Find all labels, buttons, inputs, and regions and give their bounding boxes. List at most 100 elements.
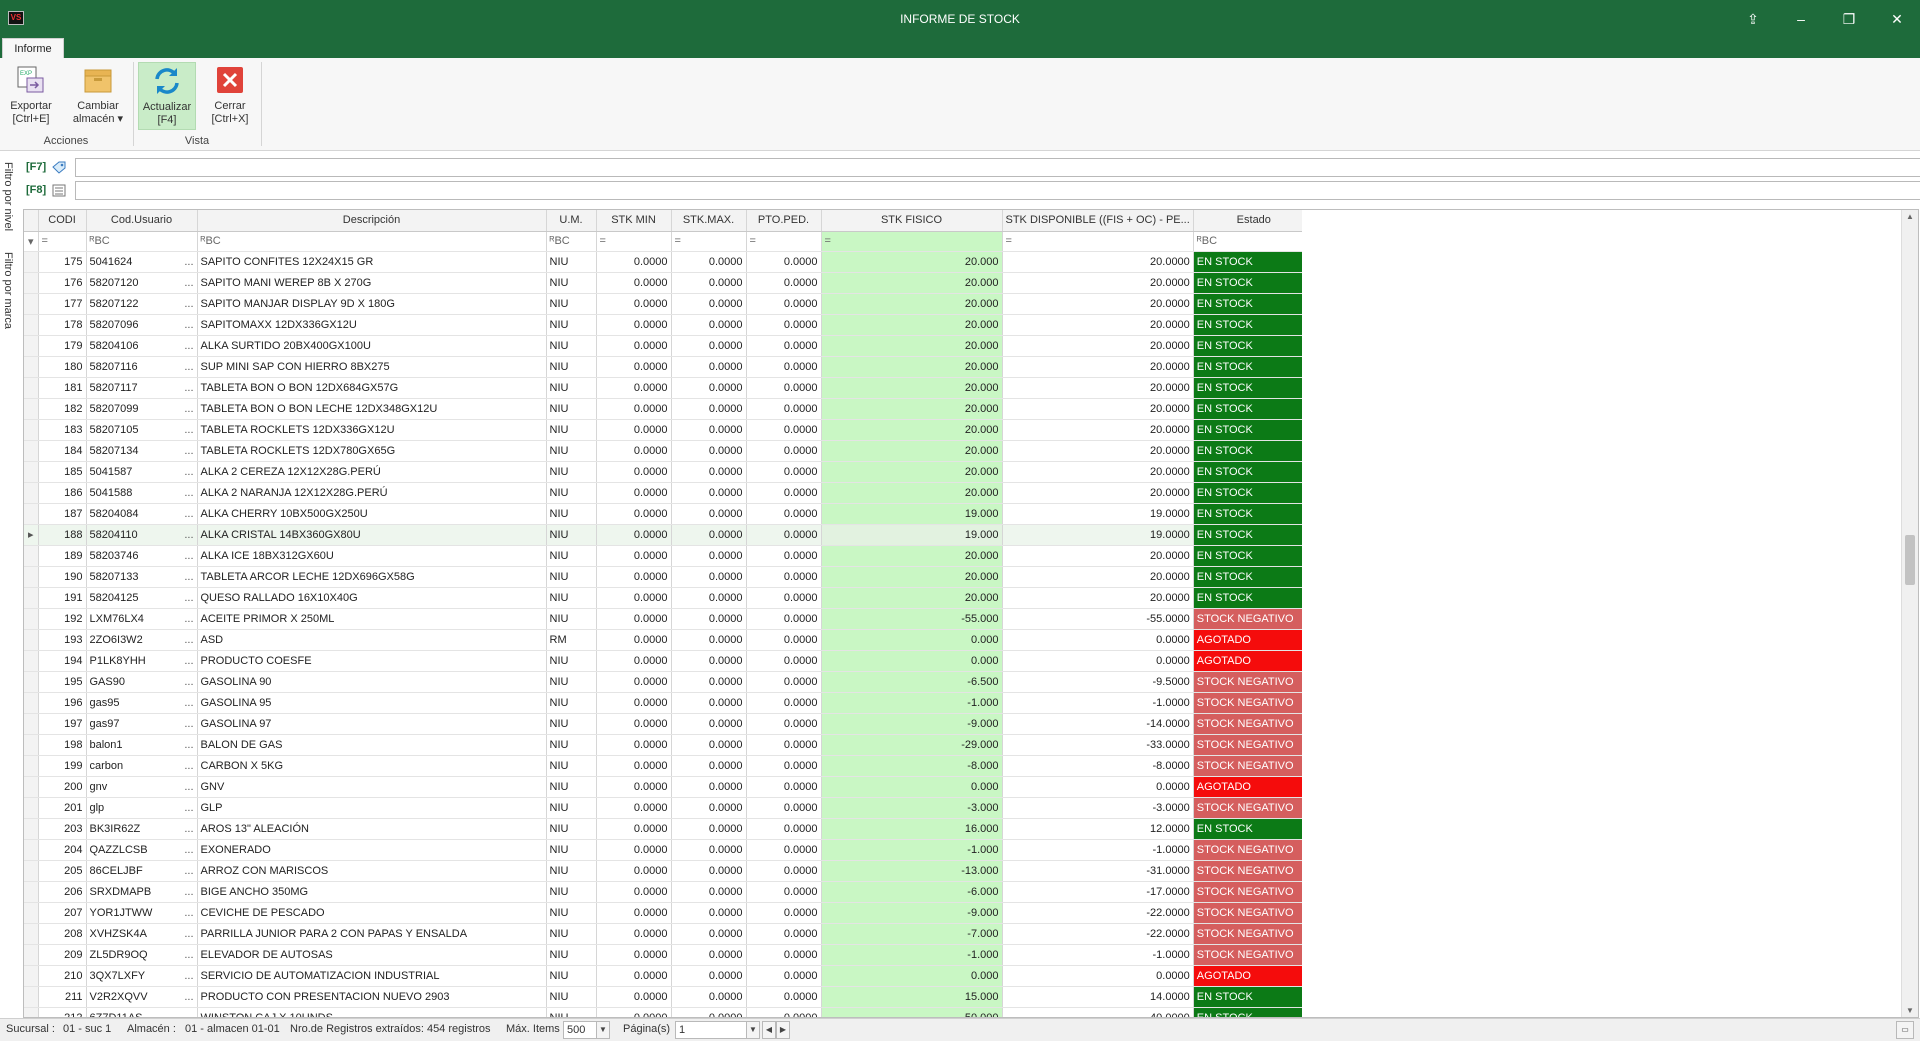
focused-row-indicator-icon[interactable]: ▸ [24,524,39,546]
cell-stk-fisico[interactable]: 0.000 [821,965,1003,987]
cell-pto-ped[interactable]: 0.0000 [746,461,822,483]
cell-stk-min[interactable]: 0.0000 [596,335,672,357]
cell-codi[interactable]: 178 [38,314,87,336]
cell-estado[interactable]: EN STOCK [1193,461,1315,483]
cell-descripcion[interactable]: TABLETA BON O BON 12DX684GX57G [197,377,547,399]
cell-um[interactable]: NIU [546,860,597,882]
cell-pto-ped[interactable]: 0.0000 [746,881,822,903]
cell-stk-disponible[interactable]: 19.0000 [1002,524,1194,546]
cell-cod-usuario[interactable]: ... P1LK8YHH [86,650,198,672]
cell-pto-ped[interactable]: 0.0000 [746,251,822,273]
row-indicator[interactable] [24,818,39,840]
table-row[interactable]: 200... gnv GNV NIU 0.0000 0.0000 0.0000 0.000 0.… [24,776,1315,798]
table-row[interactable]: 201... glp GLP NIU 0.0000 0.0000 0.0000 -3.000-… [24,797,1315,819]
cell-pto-ped[interactable]: 0.0000 [746,356,822,378]
cell-codi[interactable]: 199 [38,755,87,777]
cell-stk-min[interactable]: 0.0000 [596,566,672,588]
cell-stk-min[interactable]: 0.0000 [596,713,672,735]
cell-stk-min[interactable]: 0.0000 [596,503,672,525]
ellipsis-button[interactable]: ... [184,739,193,751]
cell-estado[interactable]: EN STOCK [1193,503,1315,525]
autofilter-codi[interactable]: = [38,231,87,252]
cell-um[interactable]: NIU [546,503,597,525]
cell-descripcion[interactable]: AROS 13" ALEACIÓN [197,818,547,840]
cell-estado[interactable]: STOCK NEGATIVO [1193,881,1315,903]
cell-codi[interactable]: 201 [38,797,87,819]
cell-cod-usuario[interactable]: ... YOR1JTWW [86,902,198,924]
cell-um[interactable]: NIU [546,881,597,903]
cell-um[interactable]: NIU [546,839,597,861]
cell-codi[interactable]: 193 [38,629,87,651]
ellipsis-button[interactable]: ... [184,550,193,562]
row-indicator[interactable] [24,734,39,756]
row-indicator[interactable] [24,629,39,651]
cell-estado[interactable]: AGOTADO [1193,965,1315,987]
cell-stk-max[interactable]: 0.0000 [671,545,747,567]
cell-stk-fisico[interactable]: 20.000 [821,419,1003,441]
row-indicator[interactable] [24,860,39,882]
cell-estado[interactable]: EN STOCK [1193,587,1315,609]
cell-stk-disponible[interactable]: -33.0000 [1002,734,1194,756]
cell-descripcion[interactable]: TABLETA ROCKLETS 12DX336GX12U [197,419,547,441]
ellipsis-button[interactable]: ... [184,487,193,499]
table-row[interactable]: 186... 5041588 ALKA 2 NARANJA 12X12X28G.PE… [24,482,1315,504]
cell-stk-fisico[interactable]: 16.000 [821,818,1003,840]
cell-descripcion[interactable]: EXONERADO [197,839,547,861]
cell-descripcion[interactable]: SAPITOMAXX 12DX336GX12U [197,314,547,336]
cell-stk-disponible[interactable]: -1.0000 [1002,839,1194,861]
tab-informe[interactable]: Informe [2,38,64,58]
table-row[interactable]: 208... XVHZSK4A PARRILLA JUNIOR PARA 2 CON… [24,923,1315,945]
cell-stk-max[interactable]: 0.0000 [671,1007,747,1017]
cell-stk-min[interactable]: 0.0000 [596,461,672,483]
cell-um[interactable]: NIU [546,461,597,483]
autofilter-stk-min[interactable]: = [596,231,672,252]
ellipsis-button[interactable]: ... [184,613,193,625]
cell-cod-usuario[interactable]: ... V2R2XQVV [86,986,198,1008]
cell-stk-fisico[interactable]: -6.500 [821,671,1003,693]
cell-stk-disponible[interactable]: 20.0000 [1002,419,1194,441]
close-report-button[interactable]: Cerrar [Ctrl+X] [204,62,256,130]
cell-pto-ped[interactable]: 0.0000 [746,650,822,672]
cell-stk-disponible[interactable]: 14.0000 [1002,986,1194,1008]
table-row[interactable]: 212... 6Z7D11AS WINSTON CAJ X 10UNDS NIU 0.0… [24,1007,1315,1017]
cell-codi[interactable]: 200 [38,776,87,798]
cell-descripcion[interactable]: GASOLINA 95 [197,692,547,714]
cell-pto-ped[interactable]: 0.0000 [746,566,822,588]
cell-cod-usuario[interactable]: ... 2ZO6I3W2 [86,629,198,651]
ellipsis-button[interactable]: ... [184,382,193,394]
cell-pto-ped[interactable]: 0.0000 [746,713,822,735]
row-indicator[interactable] [24,566,39,588]
cell-stk-max[interactable]: 0.0000 [671,503,747,525]
table-row[interactable]: 196... gas95 GASOLINA 95 NIU 0.0000 0.0000 0.0… [24,692,1315,714]
cell-um[interactable]: NIU [546,713,597,735]
cell-pto-ped[interactable]: 0.0000 [746,755,822,777]
cell-descripcion[interactable]: ACEITE PRIMOR X 250ML [197,608,547,630]
cell-descripcion[interactable]: TABLETA ARCOR LECHE 12DX696GX58G [197,566,547,588]
cell-pto-ped[interactable]: 0.0000 [746,482,822,504]
cell-cod-usuario[interactable]: ... 5041587 [86,461,198,483]
cell-codi[interactable]: 203 [38,818,87,840]
column-header-codi[interactable]: CODI [38,210,87,232]
column-header-estado[interactable]: Estado [1193,210,1315,232]
ellipsis-button[interactable]: ... [184,760,193,772]
cell-estado[interactable]: EN STOCK [1193,356,1315,378]
cell-stk-max[interactable]: 0.0000 [671,734,747,756]
cell-stk-max[interactable]: 0.0000 [671,755,747,777]
cell-stk-disponible[interactable]: 0.0000 [1002,650,1194,672]
ellipsis-button[interactable]: ... [184,949,193,961]
cell-um[interactable]: NIU [546,251,597,273]
cell-um[interactable]: NIU [546,734,597,756]
cell-descripcion[interactable]: ALKA ICE 18BX312GX60U [197,545,547,567]
cell-stk-max[interactable]: 0.0000 [671,839,747,861]
cell-estado[interactable]: EN STOCK [1193,818,1315,840]
cell-stk-fisico[interactable]: -9.000 [821,713,1003,735]
cell-stk-min[interactable]: 0.0000 [596,293,672,315]
cell-descripcion[interactable]: ALKA CRISTAL 14BX360GX80U [196,523,547,546]
scroll-up-icon[interactable]: ▲ [1906,212,1914,221]
cell-um[interactable]: NIU [546,902,597,924]
cell-um[interactable]: NIU [546,398,597,420]
minimize-button[interactable]: – [1778,0,1824,38]
tab-filtro-por-marca[interactable]: Filtro por marca [2,252,14,329]
cell-um[interactable]: NIU [546,377,597,399]
cell-cod-usuario[interactable]: ... 58207122 [86,293,198,315]
